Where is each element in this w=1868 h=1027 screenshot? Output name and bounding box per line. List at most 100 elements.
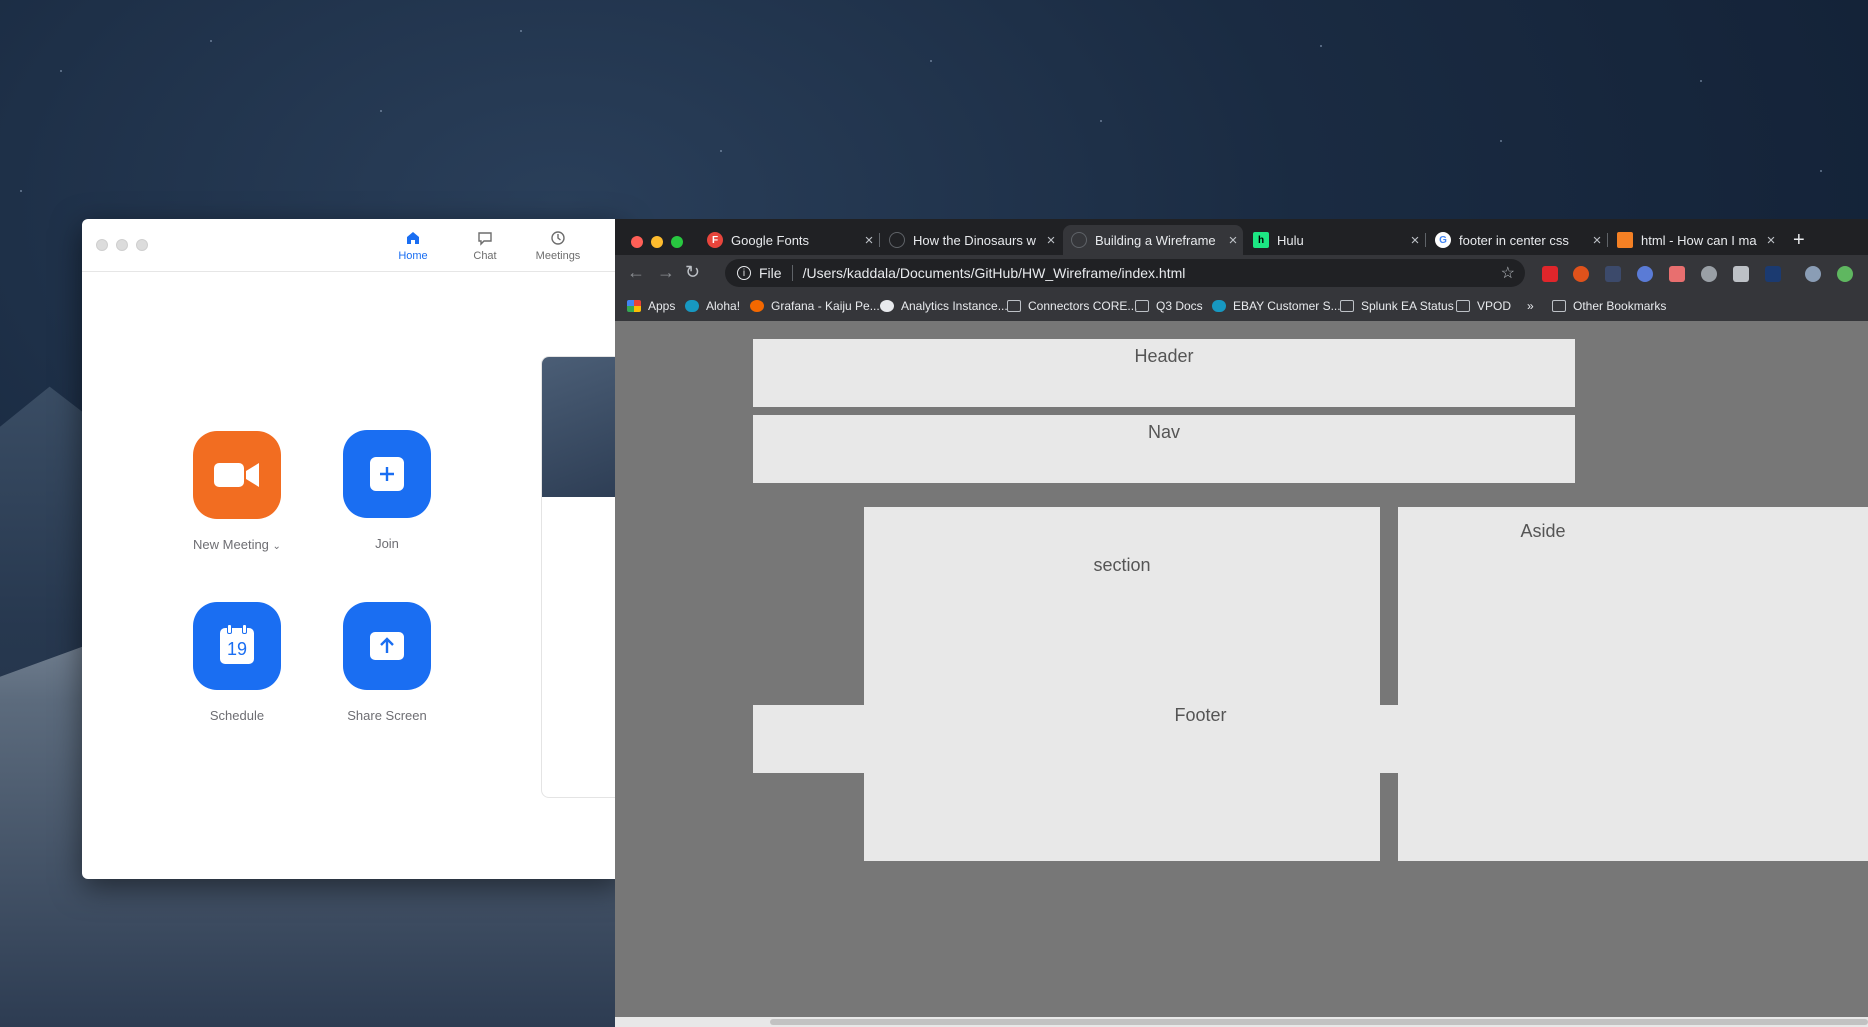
minimize-button[interactable] <box>116 239 128 251</box>
stackoverflow-favicon-icon <box>1617 232 1633 248</box>
update-icon[interactable] <box>1837 266 1853 282</box>
chrome-window: F Google Fonts × How the Dinosaurs w × B… <box>615 219 1868 1027</box>
grafana-icon <box>750 300 764 312</box>
calendar-day: 19 <box>226 639 248 659</box>
wireframe-footer: Footer <box>753 705 1868 773</box>
new-meeting-label[interactable]: New Meeting ⌄ <box>167 537 307 552</box>
bookmarks-bar: Apps Aloha! Grafana - Kaiju Pe... Analyt… <box>615 291 1868 322</box>
tab-meetings-label: Meetings <box>535 250 581 262</box>
globe-icon <box>1071 232 1087 248</box>
avatar[interactable] <box>1805 266 1821 282</box>
browser-tab[interactable]: h Hulu × <box>1245 225 1426 255</box>
calendar-icon: 19 <box>220 624 254 664</box>
salesforce-cloud-icon <box>1212 300 1226 312</box>
close-tab-icon[interactable]: × <box>1587 232 1607 249</box>
schedule-label[interactable]: Schedule <box>167 708 307 723</box>
tab-home-label: Home <box>398 250 428 262</box>
bookmark-folder[interactable]: VPOD <box>1456 299 1511 313</box>
other-bookmarks[interactable]: Other Bookmarks <box>1552 299 1666 313</box>
schedule-button[interactable]: 19 <box>193 602 281 690</box>
star-bookmark-icon[interactable]: ☆ <box>1501 263 1515 283</box>
new-tab-icon[interactable]: + <box>1793 229 1805 252</box>
bookmark-item[interactable]: Analytics Instance... <box>880 299 1008 313</box>
tab-chat[interactable]: Chat <box>450 229 520 262</box>
close-tab-icon[interactable]: × <box>1223 232 1243 249</box>
adblock-icon[interactable] <box>1542 266 1558 282</box>
wireframe-header: Header <box>753 339 1575 407</box>
zoom-window-button[interactable] <box>136 239 148 251</box>
extension-icon[interactable] <box>1701 266 1717 282</box>
browser-tab[interactable]: F Google Fonts × <box>699 225 880 255</box>
folder-icon <box>1552 300 1566 312</box>
share-screen-label[interactable]: Share Screen <box>317 708 457 723</box>
panel-background-image <box>542 357 622 497</box>
join-button[interactable] <box>343 430 431 518</box>
extension-icon[interactable] <box>1765 266 1781 282</box>
forward-arrow-icon[interactable]: → <box>657 262 675 283</box>
close-tab-icon[interactable]: × <box>1405 232 1425 249</box>
extension-icon[interactable] <box>1733 266 1749 282</box>
tab-title: Hulu <box>1277 232 1304 248</box>
salesforce-cloud-icon <box>685 300 699 312</box>
bookmark-folder[interactable]: Splunk EA Status <box>1340 299 1454 313</box>
tab-title: How the Dinosaurs w <box>913 232 1036 248</box>
fullscreen-button[interactable] <box>671 236 683 248</box>
lastpass-icon[interactable] <box>1605 266 1621 282</box>
wireframe-section: section <box>864 507 1380 861</box>
tab-title: footer in center css <box>1459 232 1569 248</box>
horizontal-scrollbar[interactable] <box>615 1017 1868 1027</box>
reload-icon[interactable]: ↻ <box>685 262 700 283</box>
scrollbar-thumb[interactable] <box>770 1019 1868 1025</box>
browser-toolbar: ← → ↻ i File /Users/kaddala/Documents/Gi… <box>615 255 1868 291</box>
close-tab-icon[interactable]: × <box>1761 232 1781 249</box>
bookmark-item[interactable]: Aloha! <box>685 299 740 313</box>
hulu-favicon-icon: h <box>1253 232 1269 248</box>
wireframe-aside: Aside <box>1398 507 1868 861</box>
bookmark-item[interactable]: EBAY Customer S... <box>1212 299 1341 313</box>
extension-icon[interactable] <box>1637 266 1653 282</box>
browser-tab-active[interactable]: Building a Wireframe × <box>1063 225 1243 255</box>
close-tab-icon[interactable]: × <box>859 232 879 249</box>
upcoming-meetings-panel <box>541 356 622 798</box>
folder-icon <box>1340 300 1354 312</box>
clock-icon <box>551 231 565 245</box>
share-screen-icon <box>370 632 404 660</box>
extension-icon[interactable] <box>1669 266 1685 282</box>
url-text[interactable]: /Users/kaddala/Documents/GitHub/HW_Wiref… <box>803 265 1186 281</box>
back-arrow-icon[interactable]: ← <box>627 262 645 283</box>
bookmarks-overflow-icon[interactable]: » <box>1527 299 1534 313</box>
minimize-button[interactable] <box>651 236 663 248</box>
close-tab-icon[interactable]: × <box>1041 232 1061 249</box>
tab-title: Google Fonts <box>731 232 810 248</box>
share-screen-button[interactable] <box>343 602 431 690</box>
join-label[interactable]: Join <box>317 536 457 551</box>
address-bar[interactable]: i File /Users/kaddala/Documents/GitHub/H… <box>725 259 1525 287</box>
home-icon <box>407 232 419 244</box>
bookmark-item[interactable]: Grafana - Kaiju Pe... <box>750 299 880 313</box>
plus-icon <box>370 457 404 491</box>
tab-home[interactable]: Home <box>378 229 448 262</box>
globe-icon <box>889 232 905 248</box>
tab-meetings[interactable]: Meetings <box>523 229 593 262</box>
close-button[interactable] <box>96 239 108 251</box>
folder-icon <box>1007 300 1021 312</box>
wireframe-nav: Nav <box>753 415 1575 483</box>
browser-tab[interactable]: html - How can I ma × <box>1609 225 1781 255</box>
tab-title: Building a Wireframe <box>1095 232 1216 248</box>
bookmark-apps[interactable]: Apps <box>627 299 675 313</box>
info-icon[interactable]: i <box>737 266 751 280</box>
zoom-titlebar: Home Chat Meetings <box>82 219 622 272</box>
chevron-down-icon[interactable]: ⌄ <box>273 541 281 552</box>
new-meeting-button[interactable] <box>193 431 281 519</box>
google-favicon-icon: G <box>1435 232 1451 248</box>
folder-icon <box>1456 300 1470 312</box>
bookmark-folder[interactable]: Connectors CORE... <box>1007 299 1137 313</box>
browser-tab[interactable]: How the Dinosaurs w × <box>881 225 1061 255</box>
apps-grid-icon <box>627 300 641 312</box>
extension-icon[interactable] <box>1573 266 1589 282</box>
folder-icon <box>1135 300 1149 312</box>
bookmark-folder[interactable]: Q3 Docs <box>1135 299 1203 313</box>
browser-tab[interactable]: G footer in center css × <box>1427 225 1608 255</box>
close-button[interactable] <box>631 236 643 248</box>
zoom-window: Home Chat Meetings New Meeting ⌄ Join 19… <box>82 219 622 879</box>
